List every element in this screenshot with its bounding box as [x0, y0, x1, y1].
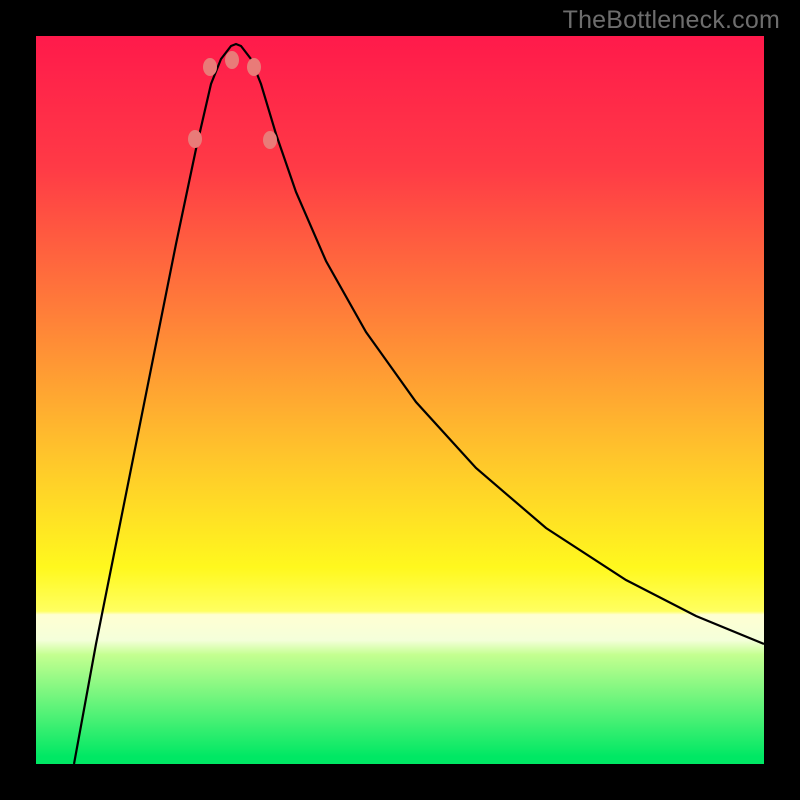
- marker-dot: [263, 131, 277, 149]
- bottleneck-curve: [74, 44, 764, 764]
- marker-dot: [188, 130, 202, 148]
- marker-dot: [225, 51, 239, 69]
- marker-dot: [247, 58, 261, 76]
- chart-frame: TheBottleneck.com: [0, 0, 800, 800]
- chart-svg: [36, 36, 764, 764]
- watermark-text: TheBottleneck.com: [563, 6, 780, 35]
- marker-dot: [203, 58, 217, 76]
- chart-plot-area: [36, 36, 764, 764]
- marker-group: [188, 51, 277, 149]
